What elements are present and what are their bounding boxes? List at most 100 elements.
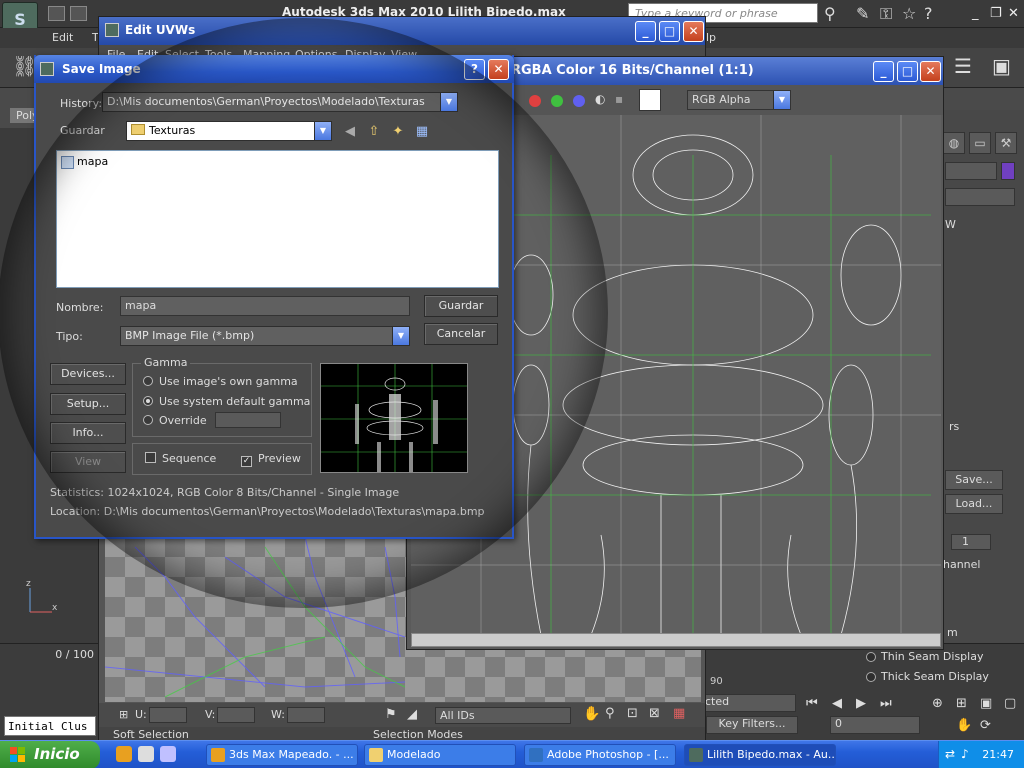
zoom-extents-icon[interactable]: ▣ [980,696,992,711]
gamma-override-spinner[interactable] [215,412,281,428]
help-icon[interactable]: ? [464,59,485,80]
w-spinner[interactable] [287,707,325,723]
subscription-icon[interactable]: ⚿ [880,4,892,24]
maximize-viewport-icon[interactable]: ▢ [1004,696,1016,711]
create-tab-icon[interactable]: ◍ [943,132,965,154]
snap-icon[interactable]: ⊞ [119,708,128,721]
render-frame-icon[interactable]: ▣ [992,54,1011,78]
swatch-white[interactable] [639,89,661,111]
v-spinner[interactable] [217,707,255,723]
gamma-system-radio[interactable]: Use system default gamma [143,395,310,408]
pan-icon[interactable]: ✋ [956,718,972,733]
maximize-icon[interactable]: □ [659,21,680,42]
gamma-override-radio[interactable]: Override [143,414,207,427]
current-frame-field[interactable]: 0 [830,716,920,734]
minimize-icon[interactable]: _ [873,61,894,82]
key-filters-button[interactable]: Key Filters... [706,716,798,734]
task-modelado[interactable]: Modelado [364,744,516,766]
file-item[interactable]: mapa [61,155,108,169]
close-icon[interactable]: ✕ [683,21,704,42]
guardar-button[interactable]: Guardar [424,295,498,317]
thin-seam-option[interactable]: Thin Seam Display [866,650,983,663]
setup-button[interactable]: Setup... [50,393,126,415]
orbit-icon[interactable]: ⟳ [980,718,991,733]
zoom-all-icon[interactable]: ⊞ [956,696,967,711]
zoom-icon[interactable]: ⚲ [605,706,615,721]
history-combo[interactable]: D:\Mis documentos\German\Proyectos\Model… [102,92,458,112]
channel-display-combo[interactable]: RGB Alpha ▼ [687,90,791,110]
save-button[interactable]: Save... [945,470,1003,490]
view-button[interactable]: View [50,451,126,473]
open-file-icon[interactable] [70,6,87,21]
gamma-own-radio[interactable]: Use image's own gamma [143,375,298,388]
file-list[interactable]: mapa [56,150,499,288]
modify-tab-icon[interactable]: ▭ [969,132,991,154]
monochrome-icon[interactable]: ▪ [615,92,623,106]
horizontal-scrollbar[interactable] [411,633,941,647]
task-3dsmax-mapeado[interactable]: 3ds Max Mapeado. - ... [206,744,358,766]
view-menu-icon[interactable]: ▦ [414,124,430,140]
media-player-icon[interactable] [160,746,176,762]
communication-center-icon[interactable]: ✎ [856,4,869,23]
network-icon[interactable]: ⇄ [945,747,955,761]
binoculars-icon[interactable]: ⚲ [824,4,836,23]
up-folder-icon[interactable]: ⇧ [366,124,382,140]
favorites-star-icon[interactable]: ☆ [902,4,916,23]
menu-help[interactable]: lp [706,31,716,44]
modifier-list-combo[interactable] [945,188,1015,206]
close-icon[interactable]: ✕ [488,59,509,80]
task-photoshop[interactable]: Adobe Photoshop - [... [524,744,676,766]
layer-manager-icon[interactable]: ☰ [954,54,972,78]
maxscript-listener-field[interactable]: Initial Clus [4,716,96,736]
green-channel-icon[interactable] [551,95,563,107]
firefox-icon[interactable] [116,746,132,762]
file-type-combo[interactable]: BMP Image File (*.bmp) ▼ [120,326,410,346]
time-slider-counter[interactable]: 0 / 100 [8,646,100,664]
go-to-start-icon[interactable]: ⏮ [806,696,818,711]
close-icon[interactable]: ✕ [1008,6,1019,21]
cancelar-button[interactable]: Cancelar [424,323,498,345]
next-frame-icon[interactable]: ⏭ [880,696,892,711]
hierarchy-tab-icon[interactable]: ⚒ [995,132,1017,154]
pan-hand-icon[interactable]: ✋ [583,706,600,722]
red-channel-icon[interactable] [529,95,541,107]
key-selection-combo[interactable]: cted [700,694,796,712]
play-icon[interactable]: ▶ [856,696,866,711]
lock-selection-icon[interactable]: ⚑ [385,707,397,722]
minimize-icon[interactable]: _ [972,6,979,21]
filter-selected-icon[interactable]: ◢ [407,707,417,722]
maximize-icon[interactable]: □ [897,61,918,82]
zoom-icon[interactable]: ⊕ [932,696,943,711]
zoom-extents-icon[interactable]: ⊠ [649,706,660,721]
modifier-stack-item[interactable]: W [945,218,956,231]
thick-seam-option[interactable]: Thick Seam Display [866,670,989,683]
grid-snap-icon[interactable]: ▦ [673,706,685,721]
save-in-folder-combo[interactable]: Texturas ▼ [126,121,332,141]
preview-checkbox[interactable]: ✓ Preview [241,452,301,467]
info-button[interactable]: Info... [50,422,126,444]
task-lilith-bipedo[interactable]: Lilith Bipedo.max - Au... [684,744,836,766]
u-spinner[interactable] [149,707,187,723]
new-file-icon[interactable] [48,6,65,21]
object-color-swatch[interactable] [1001,162,1015,180]
save-image-titlebar[interactable]: Save Image ? ✕ [34,55,514,83]
channel-spinner[interactable]: 1 [951,534,991,550]
sequence-checkbox[interactable]: Sequence [145,452,216,465]
filename-input[interactable]: mapa [120,296,410,316]
volume-icon[interactable]: ♪ [961,747,969,761]
blue-channel-icon[interactable] [573,95,585,107]
material-ids-combo[interactable]: All IDs [435,707,571,724]
back-icon[interactable]: ◀ [342,124,358,140]
close-icon[interactable]: ✕ [920,61,941,82]
help-icon[interactable]: ? [924,4,933,23]
previous-frame-icon[interactable]: ◀ [832,696,842,711]
object-name-field[interactable] [945,162,997,180]
menu-edit[interactable]: Edit [52,31,73,44]
load-button[interactable]: Load... [945,494,1003,514]
edit-uvws-titlebar[interactable]: Edit UVWs _ □ ✕ [99,17,705,45]
clock[interactable]: 21:47 [982,748,1014,761]
restore-icon[interactable]: ❐ [990,6,1002,21]
devices-button[interactable]: Devices... [50,363,126,385]
alpha-channel-icon[interactable]: ◐ [595,92,605,106]
minimize-icon[interactable]: _ [635,21,656,42]
